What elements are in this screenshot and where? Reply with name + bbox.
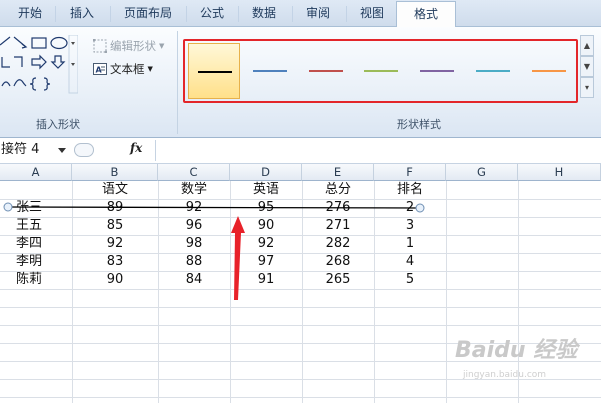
- connector-line-shape[interactable]: [7, 206, 421, 209]
- connector-end-handle[interactable]: [415, 203, 425, 213]
- watermark-text: Baidu 经验: [455, 338, 578, 363]
- connector-start-handle[interactable]: [3, 202, 13, 212]
- watermark-url: jingyan.baidu.com: [463, 370, 547, 380]
- watermark: Baidu 经验 jingyan.baidu.com: [455, 332, 595, 382]
- red-arrow-annotation: [231, 216, 245, 300]
